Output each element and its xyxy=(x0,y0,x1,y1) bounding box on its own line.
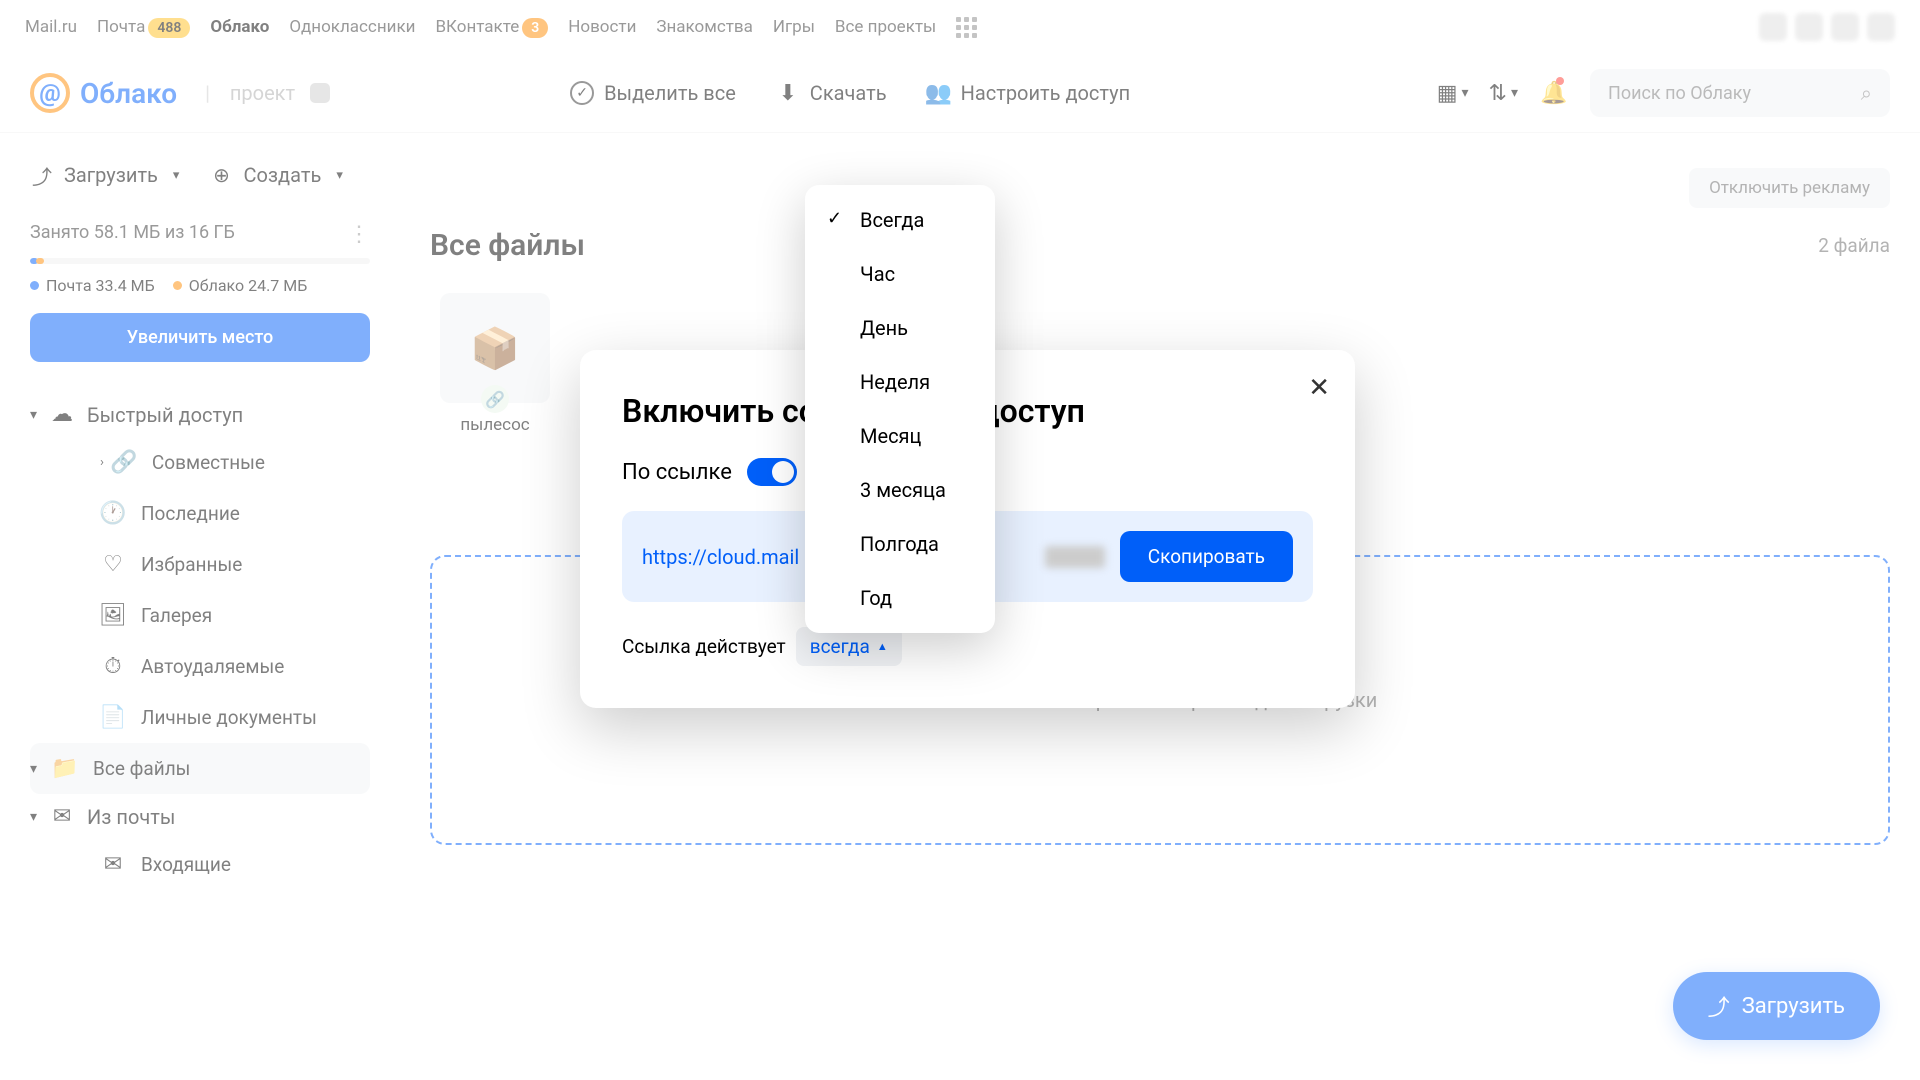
dropdown-option-hour[interactable]: Час xyxy=(805,247,995,301)
copy-button[interactable]: Скопировать xyxy=(1120,531,1293,582)
dropdown-option-year[interactable]: Год xyxy=(805,571,995,625)
dropdown-option-week[interactable]: Неделя xyxy=(805,355,995,409)
link-toggle[interactable] xyxy=(747,458,797,486)
close-button[interactable]: ✕ xyxy=(1308,375,1330,401)
by-link-label: По ссылке xyxy=(622,460,732,485)
dropdown-option-always[interactable]: Всегда xyxy=(805,193,995,247)
dropdown-option-3months[interactable]: 3 месяца xyxy=(805,463,995,517)
url-hidden-part xyxy=(1045,546,1105,568)
validity-dropdown: Всегда Час День Неделя Месяц 3 месяца По… xyxy=(805,185,995,633)
dropdown-option-halfyear[interactable]: Полгода xyxy=(805,517,995,571)
triangle-up-icon: ▲ xyxy=(877,640,888,653)
dropdown-option-month[interactable]: Месяц xyxy=(805,409,995,463)
validity-label: Ссылка действует xyxy=(622,635,786,658)
dropdown-option-day[interactable]: День xyxy=(805,301,995,355)
